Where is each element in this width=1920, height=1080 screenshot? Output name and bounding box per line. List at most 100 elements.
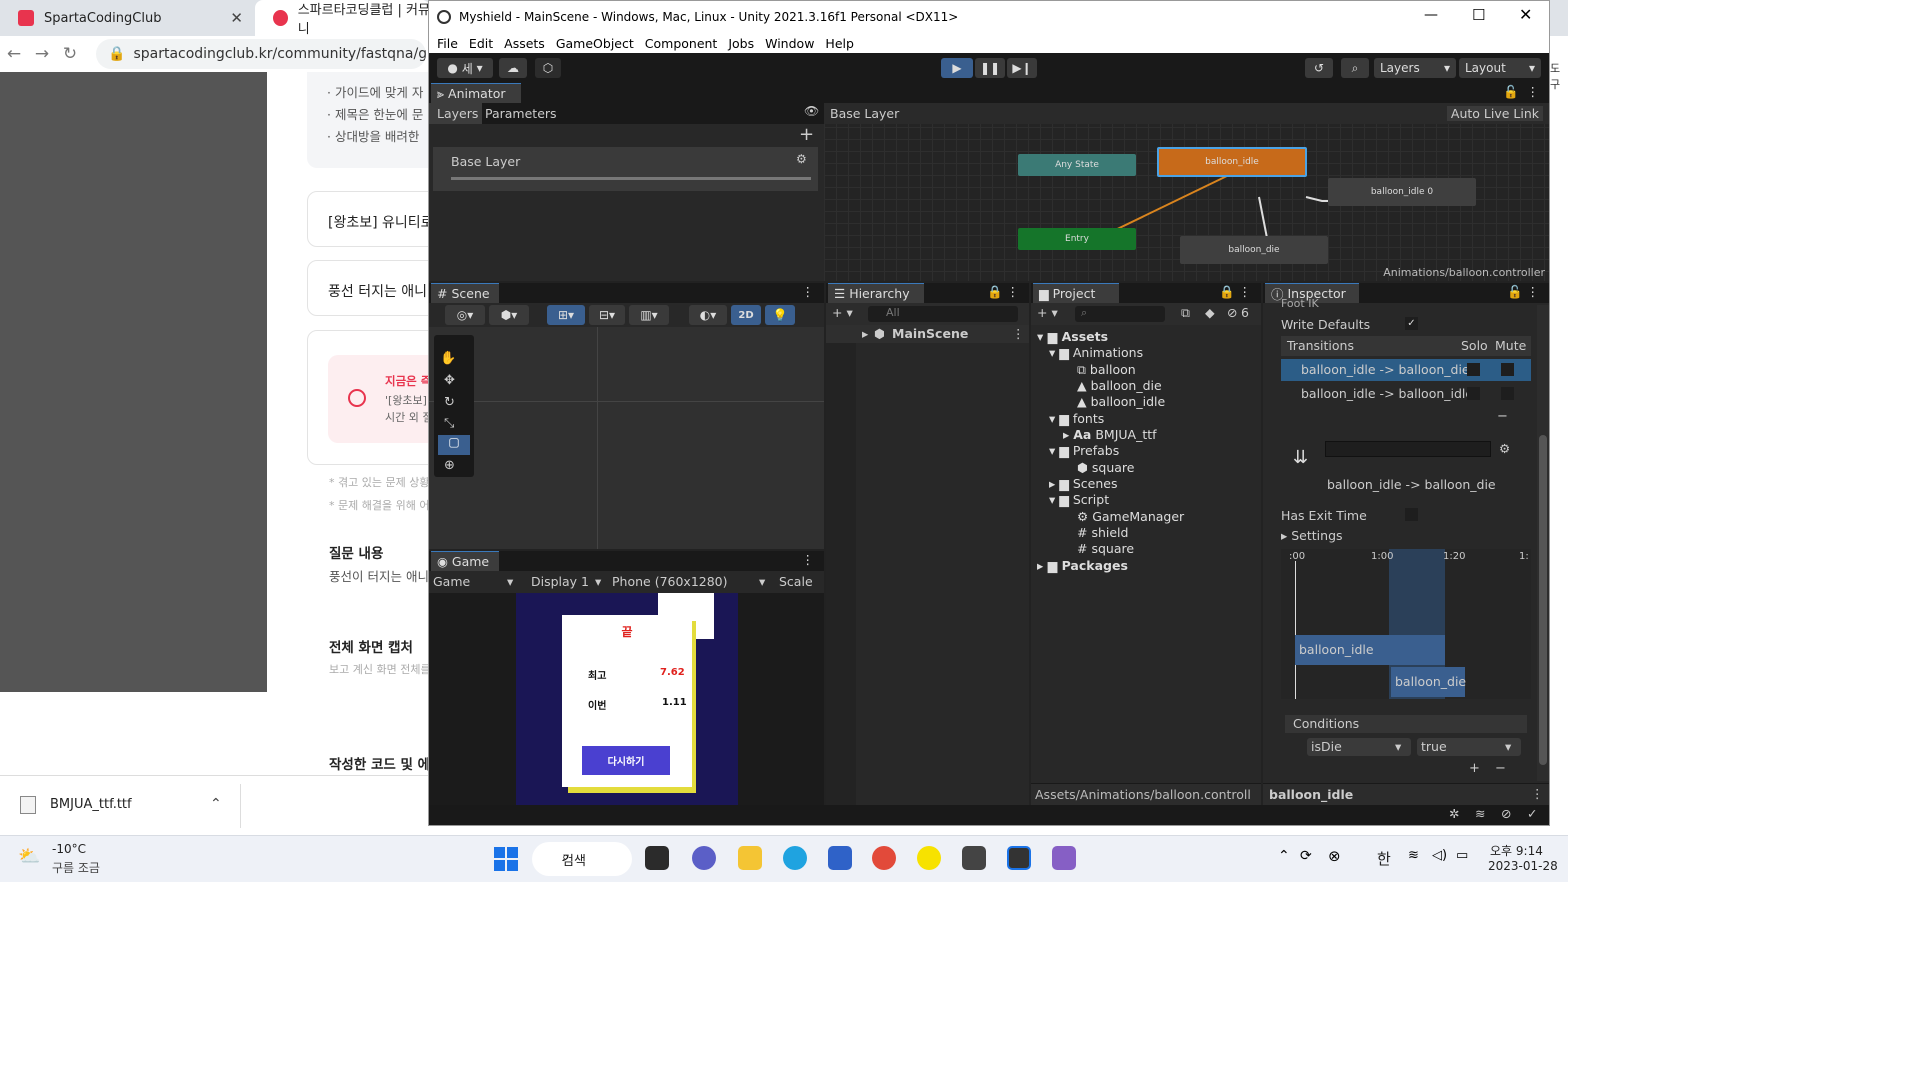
tab-scene[interactable]: # Scene bbox=[431, 283, 499, 303]
cloud-icon[interactable]: ☁ bbox=[499, 58, 527, 78]
condition-param-dropdown[interactable]: isDie ▾ bbox=[1307, 738, 1411, 756]
chat-icon[interactable] bbox=[692, 846, 716, 870]
menu-window[interactable]: Window bbox=[765, 36, 814, 51]
state-entry[interactable]: Entry bbox=[1018, 228, 1136, 250]
hidden-packages-icon[interactable]: ⊘ bbox=[1227, 305, 1237, 320]
pause-button[interactable]: ❚❚ bbox=[975, 58, 1005, 78]
folder-assets[interactable]: ▾ ▆ Assets bbox=[1037, 329, 1108, 344]
solo-checkbox[interactable] bbox=[1467, 363, 1480, 376]
asset-bmjua-font[interactable]: ▸ Aa BMJUA_ttf bbox=[1063, 427, 1157, 442]
game-view-dropdown[interactable]: Game bbox=[433, 574, 470, 589]
forward-icon[interactable]: → bbox=[28, 44, 56, 64]
hand-tool-icon[interactable]: ✋ bbox=[440, 351, 456, 366]
download-filename[interactable]: BMJUA_ttf.ttf bbox=[50, 797, 132, 812]
unity-editor-icon[interactable] bbox=[1007, 846, 1031, 870]
display-dropdown[interactable]: Display 1 bbox=[531, 574, 589, 589]
lock-icon[interactable]: 🔒 bbox=[1219, 284, 1235, 300]
transition-row-idle[interactable]: balloon_idle -> balloon_idle bbox=[1281, 383, 1531, 405]
draw-mode-dropdown[interactable]: ⬢▾ bbox=[489, 305, 529, 325]
asset-shield-script[interactable]: # shield bbox=[1077, 525, 1128, 540]
grid-snap-dropdown[interactable]: ▥▾ bbox=[629, 305, 669, 325]
folder-prefabs[interactable]: ▾ ▆ Prefabs bbox=[1049, 443, 1119, 458]
bug-icon[interactable]: ✲ bbox=[1449, 806, 1459, 821]
tab-game[interactable]: ◉ Game bbox=[431, 551, 499, 571]
rotate-tool-icon[interactable]: ↻ bbox=[444, 395, 455, 410]
layers-stack-icon[interactable]: ≋ bbox=[1475, 806, 1485, 821]
base-layer-item[interactable]: Base Layer ⚙ bbox=[433, 147, 818, 191]
clip-idle-bar[interactable]: balloon_idle bbox=[1295, 635, 1445, 665]
state-balloon-idle-0[interactable]: balloon_idle 0 bbox=[1328, 178, 1476, 206]
menu-help[interactable]: Help bbox=[825, 36, 854, 51]
grid-dropdown[interactable]: ⊟▾ bbox=[589, 305, 625, 325]
close-icon[interactable]: ✕ bbox=[1519, 5, 1532, 24]
question-text[interactable]: 풍선이 터지는 애니 bbox=[329, 566, 429, 585]
transform-tool-icon[interactable]: ⊕ bbox=[444, 458, 455, 473]
condition-value-dropdown[interactable]: true ▾ bbox=[1417, 738, 1521, 756]
remove-transition-button[interactable]: − bbox=[1497, 409, 1508, 424]
scale-slider[interactable]: Scale bbox=[779, 574, 813, 589]
lock-icon[interactable]: 🔓 bbox=[1503, 84, 1519, 100]
tab-parameters[interactable]: Parameters bbox=[485, 106, 557, 121]
2d-toggle[interactable]: 2D bbox=[731, 305, 761, 325]
kakaotalk-icon[interactable] bbox=[917, 846, 941, 870]
title-field[interactable]: 풍선 터지는 애니 bbox=[307, 260, 432, 316]
play-button[interactable]: ▶ bbox=[941, 58, 973, 78]
scale-tool-icon[interactable]: ⤡ bbox=[444, 416, 454, 431]
more-icon[interactable]: ⋮ bbox=[802, 552, 815, 567]
inspector-scrollbar[interactable] bbox=[1537, 305, 1549, 781]
url-field[interactable]: 🔒 spartacodingclub.kr/community/fastqna/… bbox=[96, 39, 426, 69]
search-icon[interactable]: ⌕ bbox=[1341, 58, 1369, 78]
folder-script[interactable]: ▾ ▆ Script bbox=[1049, 492, 1109, 507]
asset-gamemanager[interactable]: ⚙ GameManager bbox=[1077, 509, 1184, 524]
layout-dropdown[interactable]: Layout ▾ bbox=[1459, 58, 1541, 78]
sync-icon[interactable]: ⟳ bbox=[1300, 848, 1312, 864]
task-view-icon[interactable] bbox=[645, 846, 669, 870]
unity-hub-icon[interactable] bbox=[962, 846, 986, 870]
weather-icon[interactable]: ⛅ bbox=[18, 846, 44, 870]
chrome-icon[interactable] bbox=[872, 846, 896, 870]
browser-tab-sparta[interactable]: SpartaCodingClub ✕ bbox=[0, 0, 255, 36]
collab-icon[interactable]: ⬡ bbox=[535, 58, 561, 78]
gear-icon[interactable]: ⚙ bbox=[796, 152, 807, 166]
course-field[interactable]: [왕초보] 유니티로 bbox=[307, 191, 432, 247]
ime-indicator[interactable]: 한 bbox=[1377, 848, 1391, 869]
menu-file[interactable]: File bbox=[437, 36, 458, 51]
asset-square-script[interactable]: # square bbox=[1077, 541, 1134, 556]
clock-time[interactable]: 오후 9:14 bbox=[1490, 842, 1543, 859]
lock-icon[interactable]: 🔓 bbox=[1507, 284, 1523, 300]
more-icon[interactable]: ⋮ bbox=[1527, 284, 1540, 299]
tab-animator[interactable]: ⫸ Animator bbox=[431, 83, 521, 103]
account-dropdown[interactable]: ● 세 ▾ bbox=[437, 58, 493, 78]
edge-icon[interactable] bbox=[783, 846, 807, 870]
more-icon[interactable]: ⋮ bbox=[1007, 284, 1020, 299]
check-icon[interactable]: ✓ bbox=[1527, 806, 1537, 821]
transition-timeline[interactable]: :00 1:00 1:20 1: balloon_idle balloon_di… bbox=[1281, 549, 1531, 699]
folder-animations[interactable]: ▾ ▆ Animations bbox=[1049, 345, 1143, 360]
transition-row-die[interactable]: balloon_idle -> balloon_die bbox=[1281, 359, 1531, 381]
write-defaults-checkbox[interactable]: ✓ bbox=[1405, 317, 1418, 330]
retry-button[interactable]: 다시하기 bbox=[582, 746, 670, 775]
more-icon[interactable]: ⋮ bbox=[1527, 84, 1540, 99]
menu-assets[interactable]: Assets bbox=[504, 36, 545, 51]
asset-balloon-controller[interactable]: ⧉ balloon bbox=[1077, 362, 1136, 378]
resolution-dropdown[interactable]: Phone (760x1280) bbox=[612, 574, 728, 589]
tab-project[interactable]: ▆ Project bbox=[1033, 283, 1119, 303]
asset-square-prefab[interactable]: ⬢ square bbox=[1077, 460, 1134, 475]
volume-icon[interactable]: ◁) bbox=[1432, 848, 1447, 863]
scroll-thumb[interactable] bbox=[1539, 435, 1547, 765]
browser-tab-community[interactable]: 스파르타코딩클럽 | 커뮤니 bbox=[255, 0, 430, 37]
maximize-icon[interactable]: ☐ bbox=[1472, 6, 1485, 24]
settings-foldout[interactable]: ▸ Settings bbox=[1281, 528, 1343, 543]
add-button[interactable]: + ▾ bbox=[832, 305, 853, 320]
visual-studio-icon[interactable] bbox=[1052, 846, 1076, 870]
file-explorer-icon[interactable] bbox=[738, 846, 762, 870]
chevron-up-icon[interactable]: ⌃ bbox=[210, 796, 222, 812]
folder-packages[interactable]: ▸ ▆ Packages bbox=[1037, 558, 1128, 573]
close-icon[interactable]: ✕ bbox=[230, 9, 243, 27]
back-icon[interactable]: ← bbox=[0, 44, 28, 64]
label-icon[interactable]: ◆ bbox=[1205, 305, 1215, 320]
step-button[interactable]: ▶❙ bbox=[1007, 58, 1037, 78]
layers-dropdown[interactable]: Layers ▾ bbox=[1374, 58, 1456, 78]
gear-icon[interactable]: ⚙ bbox=[1499, 441, 1510, 456]
menu-component[interactable]: Component bbox=[645, 36, 718, 51]
